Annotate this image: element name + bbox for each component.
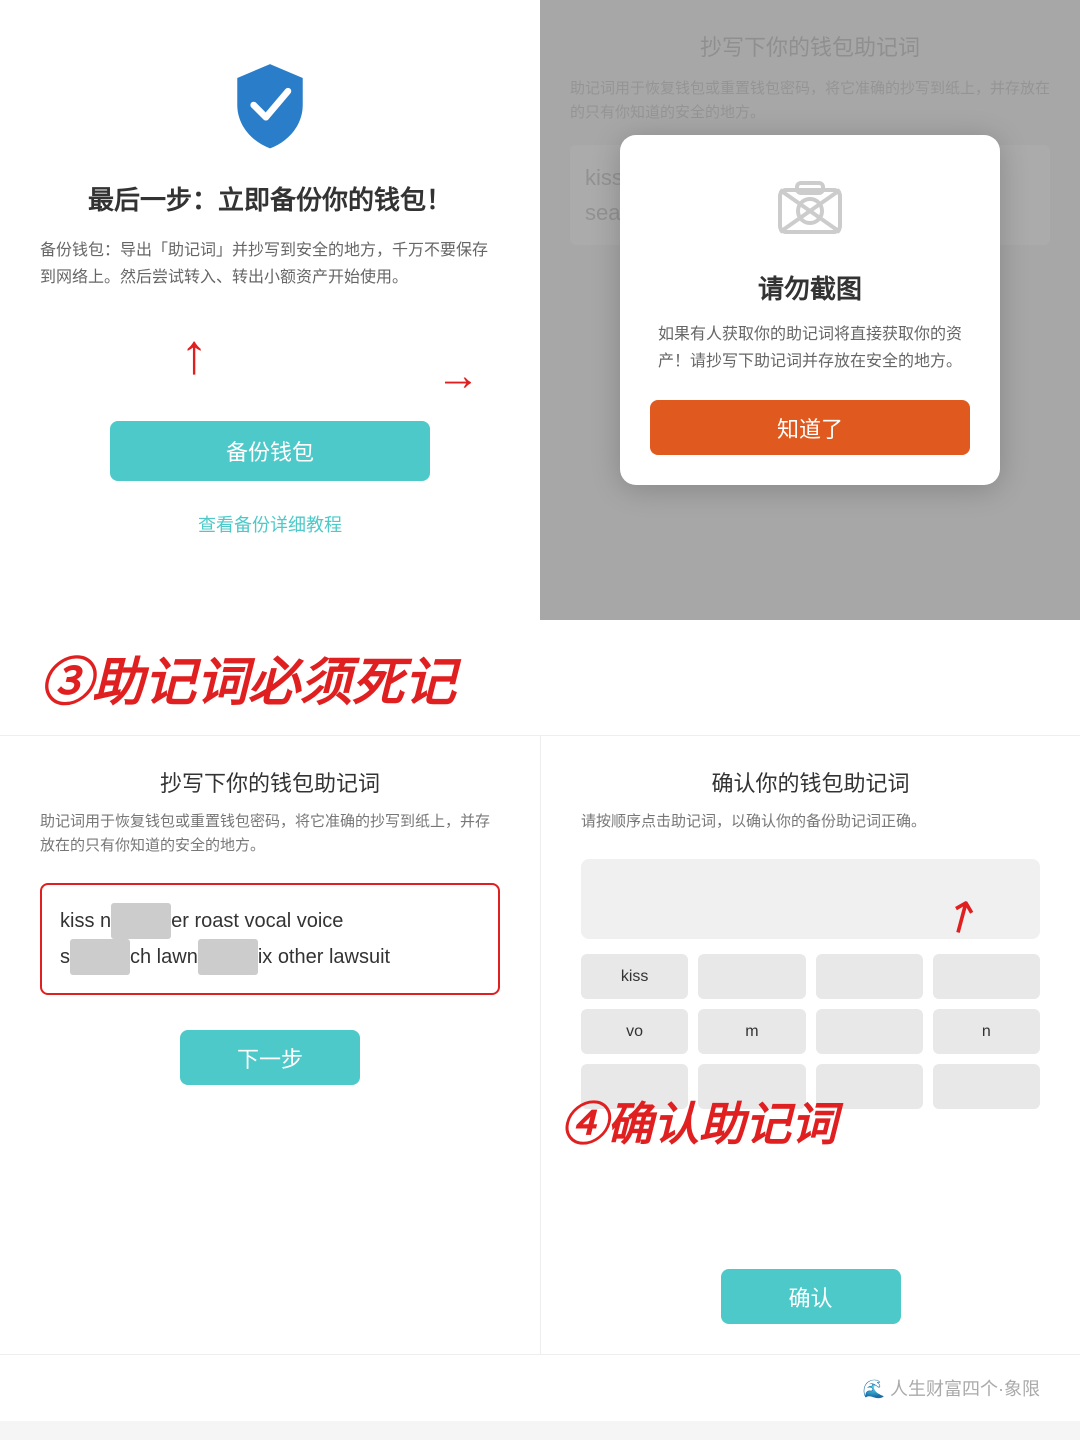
left-panel: 最后一步：立即备份你的钱包！ 备份钱包：导出「助记词」并抄写到安全的地方，千万不… [0,0,540,620]
arrow-right-icon: → [436,351,480,401]
modal-confirm-button[interactable]: 知道了 [650,400,970,455]
blur-1 [111,903,171,939]
confirm-mnemonic-desc: 请按顺序点击助记词，以确认你的备份助记词正确。 [581,810,1040,834]
confirm-button[interactable]: 确认 [721,1269,901,1324]
mnemonic-text-line1: kiss n er roast vocal voice [60,903,480,939]
word-chip-7[interactable] [816,1009,923,1054]
mnemonic-text-line2: s ch lawn ix other lawsuit [60,939,480,975]
camera-icon [775,175,845,249]
word-chip-3[interactable] [816,954,923,999]
backup-title: 最后一步：立即备份你的钱包！ [88,180,452,217]
word-chip-2[interactable] [698,954,805,999]
shield-icon [225,60,315,150]
word-chip-m[interactable]: m [698,1009,805,1054]
modal-title: 请勿截图 [758,269,862,306]
bottom-right-panel: 确认你的钱包助记词 请按顺序点击助记词，以确认你的备份助记词正确。 ↗ kiss… [540,735,1080,1354]
backup-desc: 备份钱包：导出「助记词」并抄写到安全的地方，千万不要保存到网络上。然后尝试转入、… [40,237,500,291]
blur-3 [198,939,258,975]
copy-mnemonic-desc: 助记词用于恢复钱包或重置钱包密码，将它准确的抄写到纸上，并存放在的只有你知道的安… [40,810,500,858]
confirm-mnemonic-title: 确认你的钱包助记词 [581,766,1040,798]
annotation-3-text: ③助记词必须死记 [40,654,456,712]
footer-watermark: 🌊 人生财富四个·象限 [863,1379,1040,1399]
modal-desc: 如果有人获取你的助记词将直接获取你的资产！请抄写下助记词并存放在安全的地方。 [650,321,970,375]
word-grid: kiss vo m n [581,954,1040,1109]
annotation-4-text: ④确认助记词 [561,1098,837,1150]
modal-box: 请勿截图 如果有人获取你的助记词将直接获取你的资产！请抄写下助记词并存放在安全的… [620,135,1000,485]
arrow-up-icon: ↑ [180,321,208,386]
top-half: 最后一步：立即备份你的钱包！ 备份钱包：导出「助记词」并抄写到安全的地方，千万不… [0,0,1080,620]
annotation-4-section: ④确认助记词 [561,1088,1060,1154]
annotation-3-section: ③助记词必须死记 [0,620,1080,735]
backup-wallet-button[interactable]: 备份钱包 [110,421,430,481]
word-chip-kiss[interactable]: kiss [581,954,688,999]
footer: 🌊 人生财富四个·象限 [0,1354,1080,1421]
bottom-left-panel: 抄写下你的钱包助记词 助记词用于恢复钱包或重置钱包密码，将它准确的抄写到纸上，并… [0,735,540,1354]
word-chip-4[interactable] [933,954,1040,999]
tutorial-link[interactable]: 查看备份详细教程 [198,511,342,537]
word-chip-vo[interactable]: vo [581,1009,688,1054]
next-step-button[interactable]: 下一步 [180,1030,360,1085]
bottom-half: 抄写下你的钱包助记词 助记词用于恢复钱包或重置钱包密码，将它准确的抄写到纸上，并… [0,735,1080,1354]
right-panel: 抄写下你的钱包助记词 助记词用于恢复钱包或重置钱包密码，将它准确的抄写到纸上，并… [540,0,1080,620]
blur-2 [70,939,130,975]
mnemonic-display-box: kiss n er roast vocal voice s ch lawn ix… [40,883,500,995]
modal-overlay: 请勿截图 如果有人获取你的助记词将直接获取你的资产！请抄写下助记词并存放在安全的… [540,0,1080,620]
copy-mnemonic-title: 抄写下你的钱包助记词 [40,766,500,798]
word-chip-n[interactable]: n [933,1009,1040,1054]
